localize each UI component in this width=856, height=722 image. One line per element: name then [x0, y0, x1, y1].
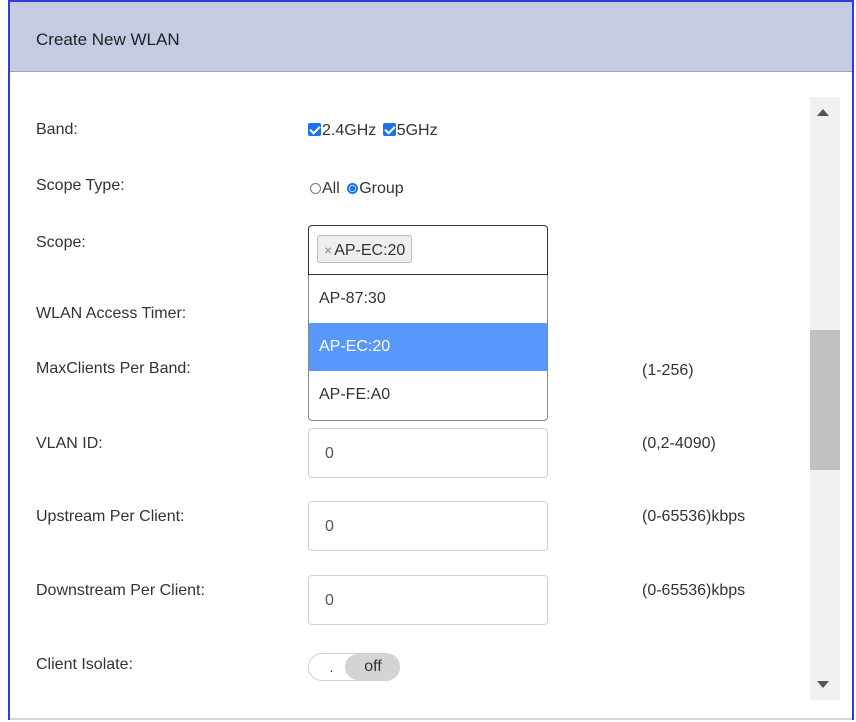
scope-group-radio[interactable] [347, 183, 359, 194]
scope-type-options: All Group [310, 180, 404, 198]
band-5g-checkbox[interactable] [382, 123, 396, 136]
scope-label: Scope: [36, 234, 86, 251]
scope-type-label: Scope Type: [36, 177, 125, 194]
tag-remove-icon[interactable]: × [324, 242, 332, 258]
create-wlan-panel: Create New WLAN Band: 2.4GHz 5GHz Scope … [8, 0, 854, 720]
vlan-id-label: VLAN ID: [36, 435, 103, 452]
scope-multiselect[interactable]: × AP-EC:20 [308, 225, 548, 275]
max-clients-range: (1-256) [642, 362, 694, 379]
scope-all-label: All [322, 180, 340, 197]
scope-group-label: Group [359, 180, 404, 197]
max-clients-label: MaxClients Per Band: [36, 360, 191, 377]
panel-header: Create New WLAN [10, 2, 852, 72]
scroll-down-icon[interactable] [817, 681, 829, 688]
scope-dropdown: AP-87:30 AP-EC:20 AP-FE:A0 [308, 275, 548, 421]
scope-all-radio[interactable] [310, 183, 321, 194]
toggle-state: off [345, 654, 399, 680]
dropdown-option[interactable]: AP-87:30 [309, 275, 547, 323]
client-isolate-toggle[interactable]: . off [308, 653, 400, 681]
panel-title: Create New WLAN [36, 30, 180, 49]
downstream-label: Downstream Per Client: [36, 582, 205, 599]
client-isolate-label: Client Isolate: [36, 656, 133, 673]
upstream-input[interactable]: 0 [308, 501, 548, 551]
upstream-range: (0-65536)kbps [642, 508, 746, 525]
scope-tag-label: AP-EC:20 [334, 242, 406, 259]
downstream-input[interactable]: 0 [308, 575, 548, 625]
vlan-id-range: (0,2-4090) [642, 435, 716, 452]
scope-tag: × AP-EC:20 [317, 235, 413, 263]
scroll-thumb[interactable] [810, 330, 840, 470]
scroll-up-icon[interactable] [817, 109, 829, 116]
band-label: Band: [36, 121, 78, 138]
form-scrollbar[interactable] [810, 97, 840, 700]
dropdown-option[interactable]: AP-FE:A0 [309, 371, 547, 419]
vlan-id-input[interactable]: 0 [308, 428, 548, 478]
band-2g-label: 2.4GHz [322, 122, 377, 139]
band-2g-checkbox[interactable] [308, 123, 321, 136]
panel-bottom-border [10, 718, 852, 720]
downstream-range: (0-65536)kbps [642, 582, 746, 599]
upstream-label: Upstream Per Client: [36, 508, 185, 525]
band-5g-label: 5GHz [396, 122, 438, 139]
dropdown-option-highlighted[interactable]: AP-EC:20 [309, 323, 547, 371]
band-options: 2.4GHz 5GHz [308, 122, 438, 140]
wlan-access-timer-label: WLAN Access Timer: [36, 305, 187, 322]
